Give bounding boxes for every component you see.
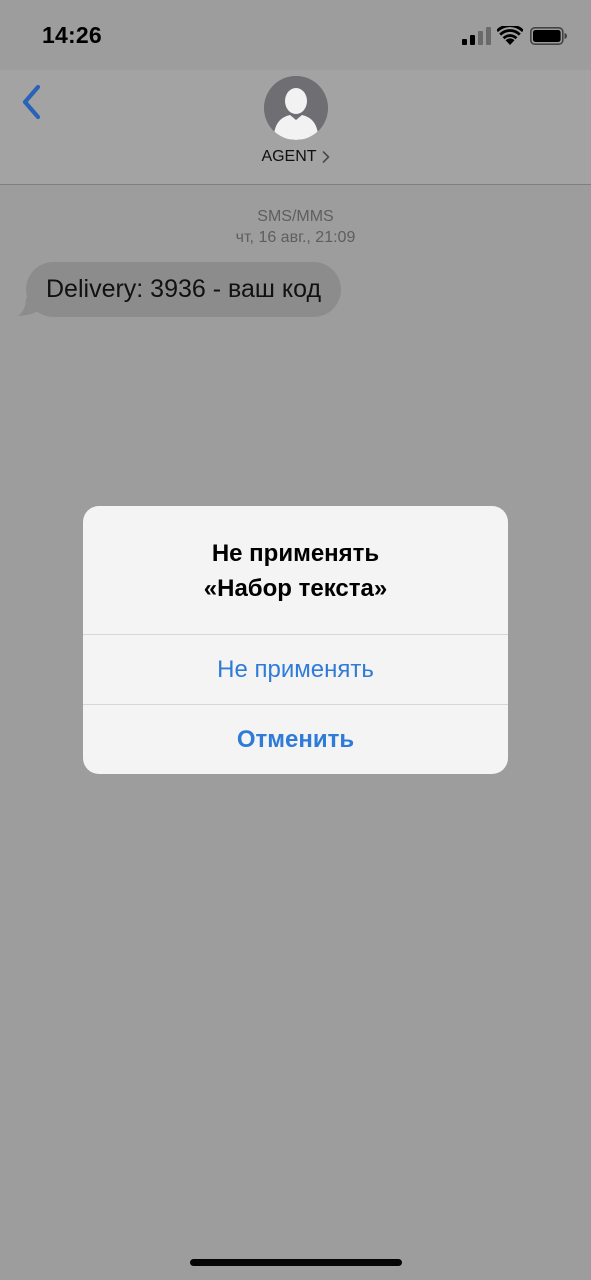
incoming-message-bubble[interactable]: Delivery: 3936 - ваш код [26, 262, 342, 317]
alert-title: Не применять «Набор текста» [83, 536, 508, 606]
contact-avatar[interactable] [264, 76, 328, 140]
conversation-header: AGENT [0, 70, 591, 185]
dont-apply-button[interactable]: Не применять [83, 636, 508, 704]
chevron-right-icon [322, 151, 329, 163]
wifi-icon [497, 26, 523, 45]
contact-details-link[interactable]: AGENT [0, 148, 591, 166]
message-meta: SMS/MMS чт, 16 авг., 21:09 [0, 206, 591, 248]
messages-screen: 14:26 AGENT SMS/MMS чт, 16 авг., 21:09 D… [0, 0, 591, 1280]
status-bar: 14:26 [0, 0, 591, 70]
alert-divider [83, 634, 508, 635]
person-silhouette-icon [264, 76, 328, 140]
status-time: 14:26 [42, 22, 102, 48]
contact-name: AGENT [261, 148, 317, 165]
message-text: Delivery: 3936 - ваш код [46, 275, 322, 303]
home-indicator[interactable] [190, 1259, 402, 1266]
message-timestamp: чт, 16 авг., 21:09 [235, 229, 356, 246]
chevron-left-icon [22, 84, 41, 120]
cancel-button[interactable]: Отменить [83, 706, 508, 774]
alert-title-line1: Не применять [211, 540, 380, 567]
battery-icon [530, 27, 567, 45]
alert-dialog: Не применять «Набор текста» Не применять… [83, 506, 508, 774]
header-divider [0, 184, 591, 185]
alert-title-line2: «Набор текста» [203, 575, 388, 602]
message-service-label: SMS/MMS [257, 208, 334, 225]
signal-icon [462, 27, 491, 45]
alert-divider [83, 704, 508, 705]
back-button[interactable] [14, 84, 50, 120]
